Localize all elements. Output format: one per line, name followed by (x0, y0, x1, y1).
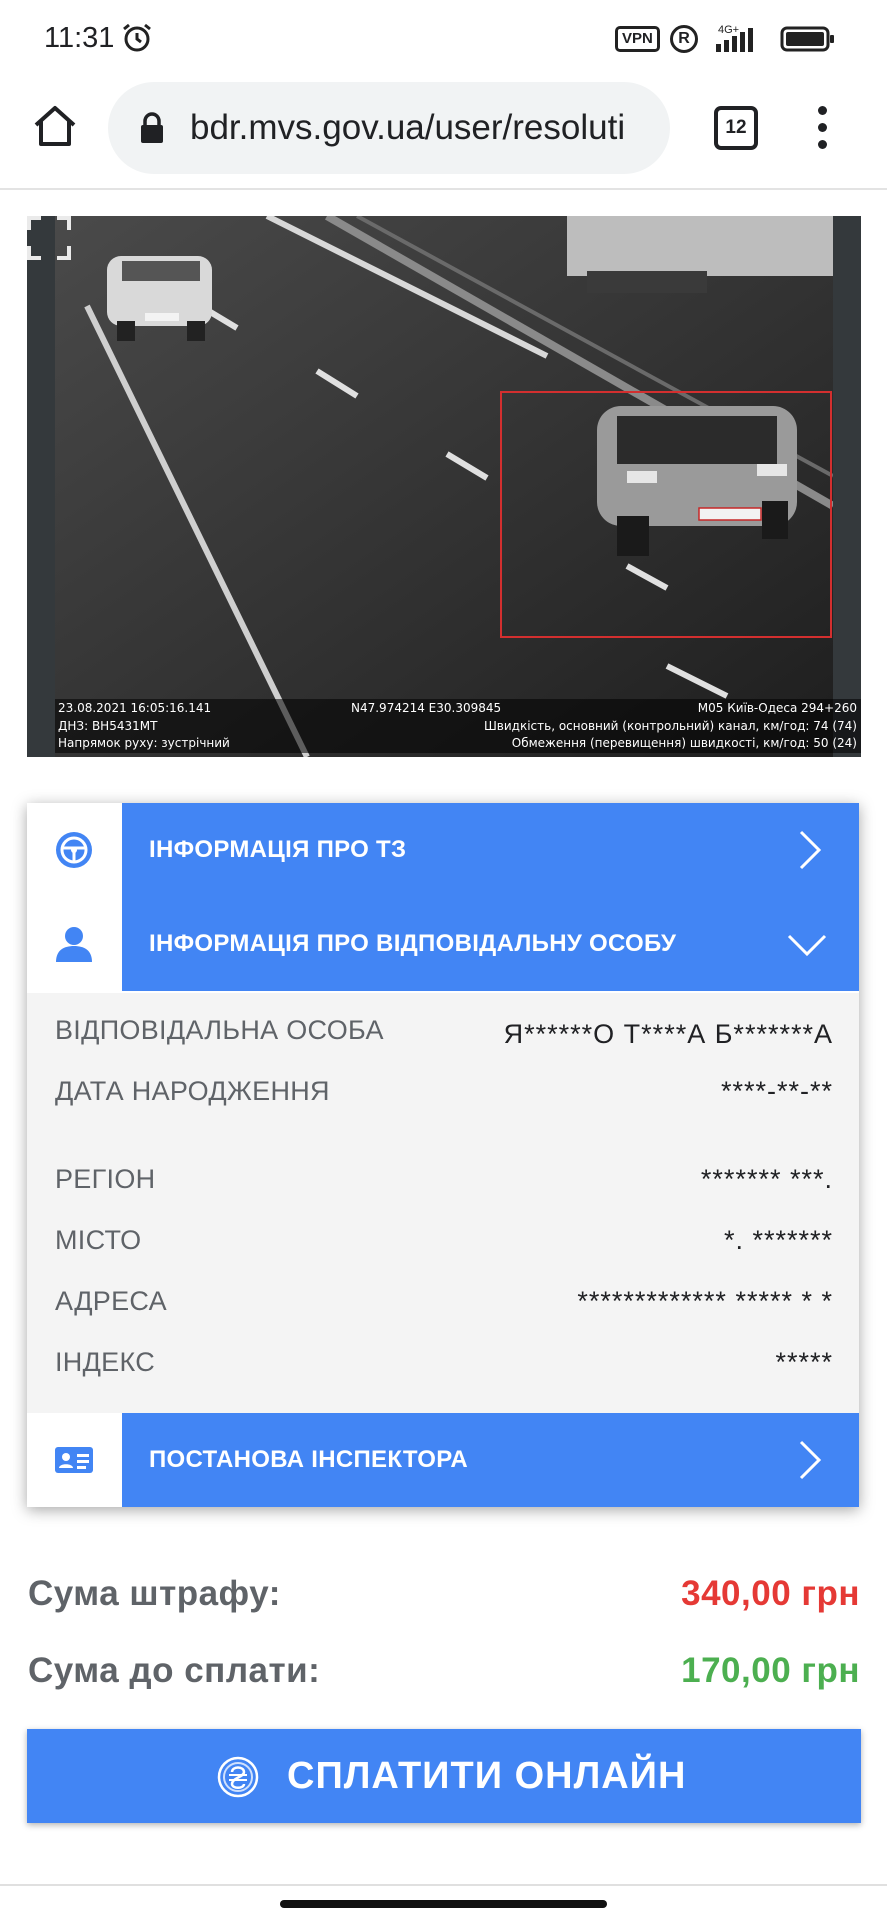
fine-amount-label: Сума штрафу: (28, 1574, 281, 1613)
person-details-panel: ВІДПОВІДАЛЬНА ОСОБА Я******О Т****А Б***… (27, 993, 859, 1413)
fullscreen-icon[interactable] (27, 216, 71, 260)
chevron-right-icon (799, 1440, 822, 1480)
address-bar[interactable]: bdr.mvs.gov.ua/user/resoluti (108, 82, 670, 174)
chevron-down-icon (787, 934, 827, 957)
photo-caption: 23.08.2021 16:05:16.141 N47.974214 E30.3… (55, 699, 861, 753)
registered-icon: R (670, 25, 698, 53)
pay-online-button[interactable]: СПЛАТИТИ ОНЛАЙН (27, 1729, 861, 1823)
accordion-person-info[interactable]: ІНФОРМАЦІЯ ПРО ВІДПОВІДАЛЬНУ ОСОБУ (27, 897, 859, 991)
pay-online-label: СПЛАТИТИ ОНЛАЙН (287, 1755, 687, 1797)
chevron-right-icon (799, 830, 822, 870)
photo-datetime: 23.08.2021 16:05:16.141 (58, 701, 212, 715)
browser-toolbar: bdr.mvs.gov.ua/user/resoluti 12 (0, 78, 887, 190)
vehicle-info-label: ІНФОРМАЦІЯ ПРО ТЗ (149, 836, 407, 863)
alarm-icon (123, 23, 151, 52)
detail-value: ****-**-** (720, 1076, 833, 1106)
vpn-badge: VPN (615, 26, 660, 52)
fine-amount-value: 340,00 грн (681, 1574, 860, 1613)
detail-value: Я******О Т****А Б*******А (503, 1019, 833, 1049)
url-text[interactable]: bdr.mvs.gov.ua/user/resoluti (190, 106, 660, 150)
more-vert-icon[interactable] (818, 106, 828, 150)
bottom-divider (0, 1884, 887, 1886)
network-type: 4G+ (718, 24, 739, 36)
photo-coordinates: N47.974214 E30.309845 (351, 701, 502, 715)
accordion-inspector-decision[interactable]: ПОСТАНОВА ІНСПЕКТОРА (27, 1413, 859, 1507)
inspector-decision-label: ПОСТАНОВА ІНСПЕКТОРА (149, 1446, 469, 1473)
home-indicator[interactable] (280, 1900, 607, 1908)
photo-direction: Напрямок руху: зустрічний (58, 736, 230, 750)
detail-label: ІНДЕКС (55, 1347, 156, 1377)
accordion-vehicle-info[interactable]: ІНФОРМАЦІЯ ПРО ТЗ (27, 803, 859, 897)
payable-amount-value: 170,00 грн (681, 1651, 860, 1690)
detail-label: МІСТО (55, 1225, 142, 1255)
status-bar: 11:31 VPN R 4G+ (0, 0, 887, 78)
detail-value: ******* ***. (700, 1164, 833, 1194)
status-time: 11:31 (44, 22, 115, 54)
photo-plate: ДНЗ: ВН5431МТ (58, 719, 158, 733)
detail-label: ВІДПОВІДАЛЬНА ОСОБА (55, 1015, 384, 1045)
photo-location: М05 Київ-Одеса 294+260 (697, 701, 857, 715)
hryvnia-coin-icon (217, 1756, 259, 1798)
person-icon (56, 927, 92, 962)
detail-value: ************* ***** * * (577, 1286, 833, 1316)
battery-icon (780, 26, 834, 52)
detail-label: РЕГІОН (55, 1164, 156, 1194)
id-card-icon (55, 1447, 93, 1473)
detail-label: АДРЕСА (55, 1286, 167, 1316)
lock-icon (141, 112, 163, 143)
person-info-label: ІНФОРМАЦІЯ ПРО ВІДПОВІДАЛЬНУ ОСОБУ (149, 930, 677, 957)
violation-accordion: ІНФОРМАЦІЯ ПРО ТЗ ІНФОРМАЦІЯ ПРО ВІДПОВІ… (27, 803, 859, 1507)
signal-icon: 4G+ (716, 24, 753, 52)
payable-amount-label: Сума до сплати: (28, 1651, 321, 1690)
speed-camera-photo[interactable]: 23.08.2021 16:05:16.141 N47.974214 E30.3… (27, 216, 861, 757)
home-icon[interactable] (32, 103, 78, 149)
tab-switcher-button[interactable]: 12 (714, 106, 758, 150)
photo-speed-limit: Обмеження (перевищення) швидкості, км/го… (511, 736, 857, 750)
photo-speed: Швидкість, основний (контрольний) канал,… (483, 719, 857, 733)
photo-scene (27, 216, 861, 757)
detail-value: ***** (775, 1347, 833, 1377)
detail-label: ДАТА НАРОДЖЕННЯ (55, 1076, 330, 1106)
steering-wheel-icon (56, 832, 92, 868)
detail-value: *. ******* (723, 1225, 833, 1255)
